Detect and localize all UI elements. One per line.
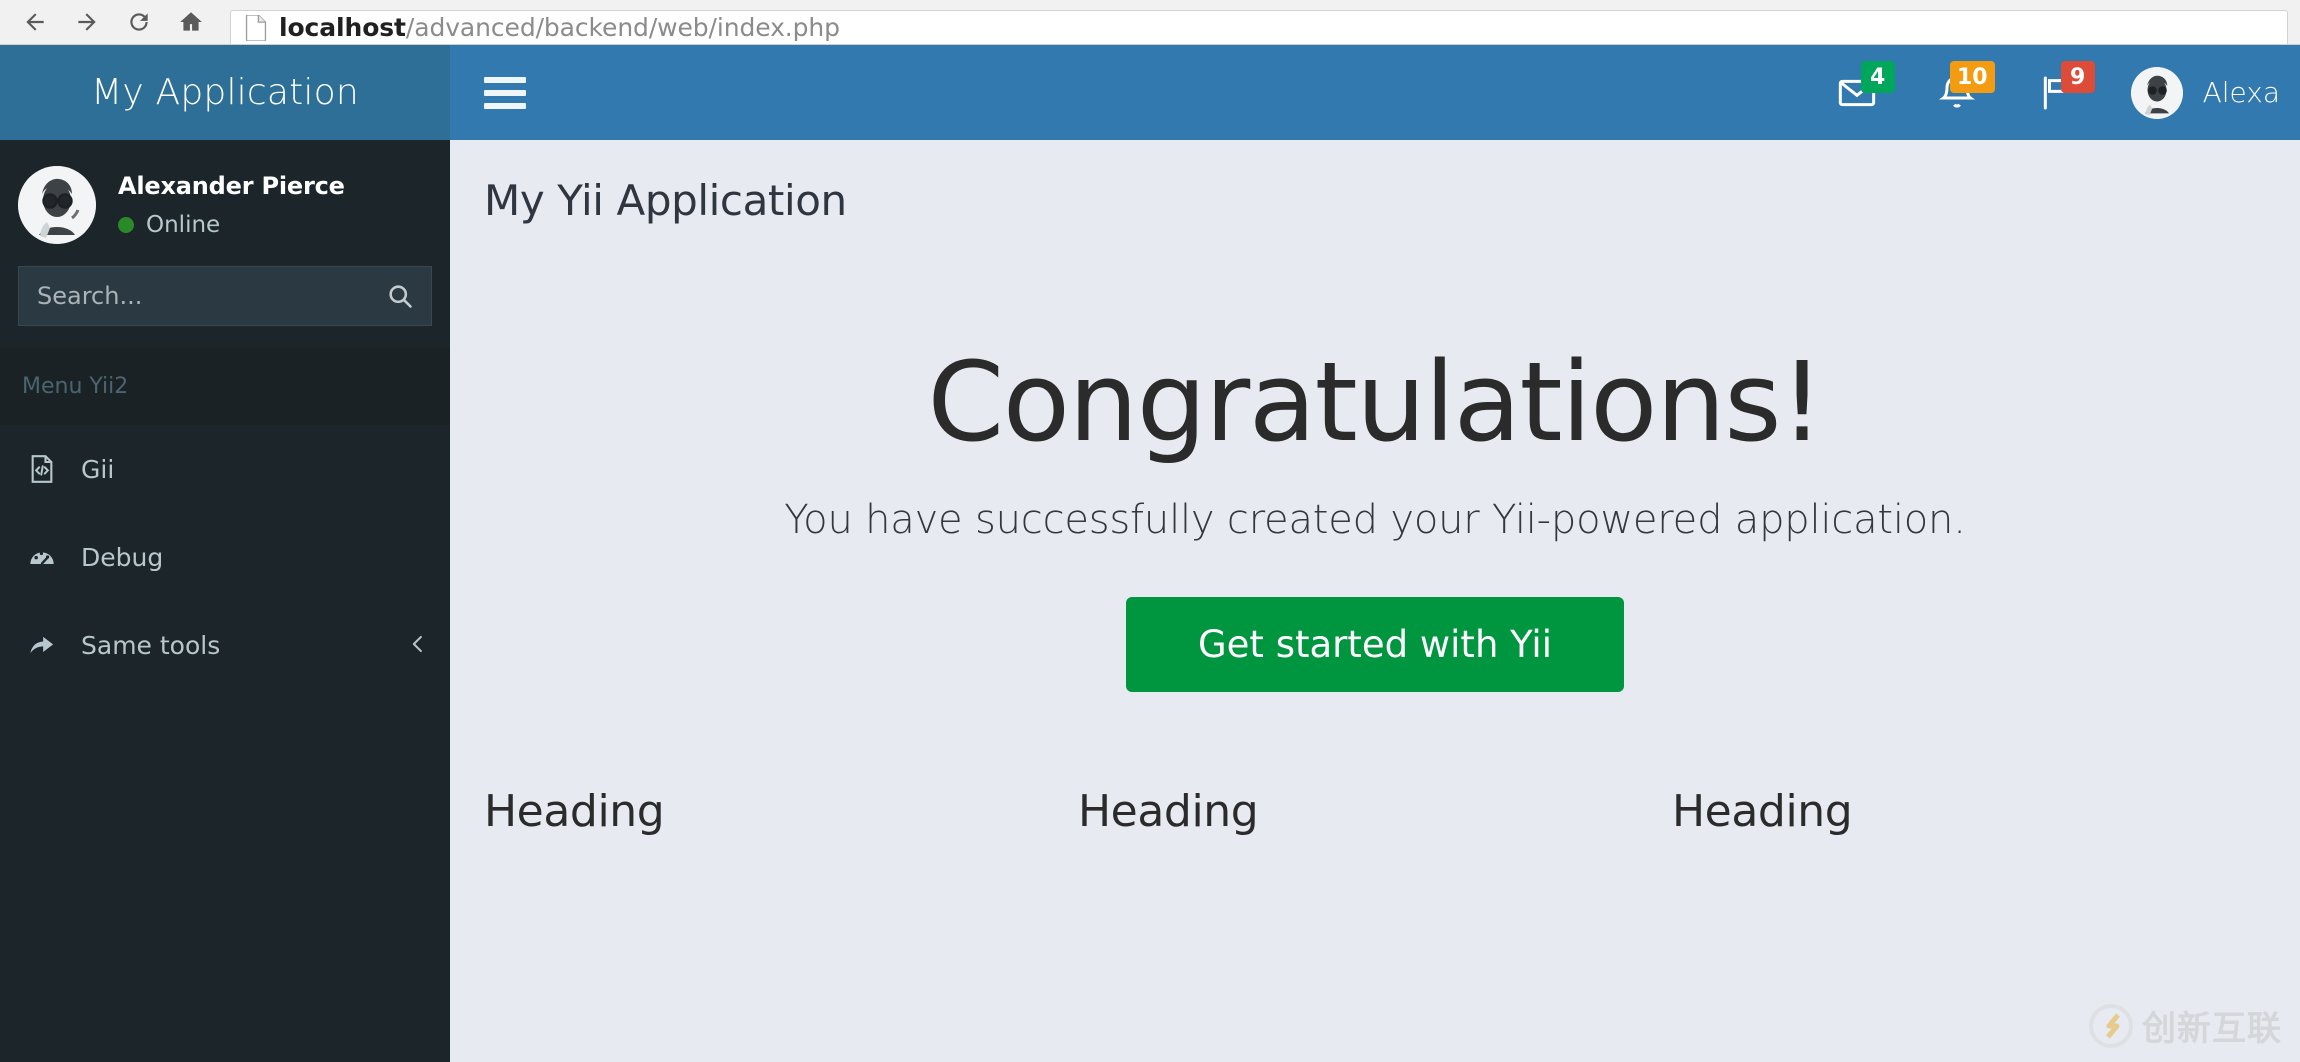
search-icon[interactable] [383,279,417,313]
status-dot-icon [118,217,134,233]
sidebar-menu-header: Menu Yii2 [0,348,450,425]
column-heading: Heading [1078,786,1632,837]
url-path: /advanced/backend/web/index.php [406,13,840,42]
navbar-user-menu[interactable]: Alexa [2107,45,2300,140]
sidebar: My Application [0,45,450,1062]
avatar [18,166,96,244]
navbar-user-name: Alexa [2203,76,2280,109]
reload-icon[interactable] [124,7,154,37]
url-text: localhost/advanced/backend/web/index.php [279,13,840,42]
browser-nav-buttons [12,7,220,37]
content-wrapper: My Yii Application Congratulations! You … [450,140,2300,1062]
feature-column: Heading [484,786,1078,837]
hamburger-icon[interactable] [484,72,526,114]
sidebar-item-gii[interactable]: Gii [0,425,450,513]
sidebar-user-meta: Alexander Pierce Online [118,172,345,238]
main-area: 4 10 9 [450,45,2300,1062]
feature-column: Heading [1078,786,1672,837]
feature-column: Heading [1672,786,2266,837]
sidebar-empty-space [0,689,450,1062]
back-arrow-icon[interactable] [20,7,50,37]
messages-badge: 4 [1861,61,1895,93]
home-icon[interactable] [176,7,206,37]
navbar-right: 4 10 9 [1807,45,2300,140]
file-code-icon [25,455,59,483]
sidebar-user-name: Alexander Pierce [118,172,345,200]
sidebar-item-label: Same tools [81,631,408,660]
tasks-button[interactable]: 9 [2007,45,2107,140]
sidebar-logo[interactable]: My Application [0,45,450,140]
get-started-button[interactable]: Get started with Yii [1126,597,1624,692]
watermark-text: 创新互联 [2142,1001,2282,1050]
search-input[interactable] [37,282,383,310]
app-shell: My Application [0,45,2300,1062]
sidebar-user-status: Online [118,212,345,238]
share-arrow-icon [25,631,59,659]
sidebar-item-label: Gii [81,455,428,484]
sidebar-item-same-tools[interactable]: Same tools [0,601,450,689]
url-host: localhost [279,13,406,42]
browser-toolbar: localhost/advanced/backend/web/index.php [0,0,2300,45]
page-document-icon [245,15,267,41]
tasks-badge: 9 [2061,61,2095,93]
sidebar-item-label: Debug [81,543,428,572]
column-heading: Heading [484,786,1038,837]
sidebar-search-wrap [0,266,450,348]
jumbotron-subtitle: You have successfully created your Yii-p… [450,497,2300,543]
watermark: 创新互联 [2088,1001,2282,1050]
column-heading: Heading [1672,786,2226,837]
forward-arrow-icon[interactable] [72,7,102,37]
watermark-logo-icon [2088,1003,2134,1049]
address-bar[interactable]: localhost/advanced/backend/web/index.php [230,10,2288,44]
jumbotron-title: Congratulations! [450,347,2300,457]
status-label: Online [146,212,220,238]
notifications-button[interactable]: 10 [1907,45,2007,140]
jumbotron: Congratulations! You have successfully c… [450,225,2300,692]
top-navbar: 4 10 9 [450,45,2300,140]
page-title: My Yii Application [484,176,2300,225]
feature-columns: Heading Heading Heading [450,786,2300,837]
messages-button[interactable]: 4 [1807,45,1907,140]
content-header: My Yii Application [450,140,2300,225]
sidebar-item-debug[interactable]: Debug [0,513,450,601]
sidebar-search-box[interactable] [18,266,432,326]
sidebar-logo-text: My Application [91,72,359,113]
chevron-left-icon [408,631,428,660]
dashboard-icon [25,543,59,571]
navbar-avatar [2131,67,2183,119]
sidebar-user-panel: Alexander Pierce Online [0,140,450,266]
notifications-badge: 10 [1950,61,1995,93]
